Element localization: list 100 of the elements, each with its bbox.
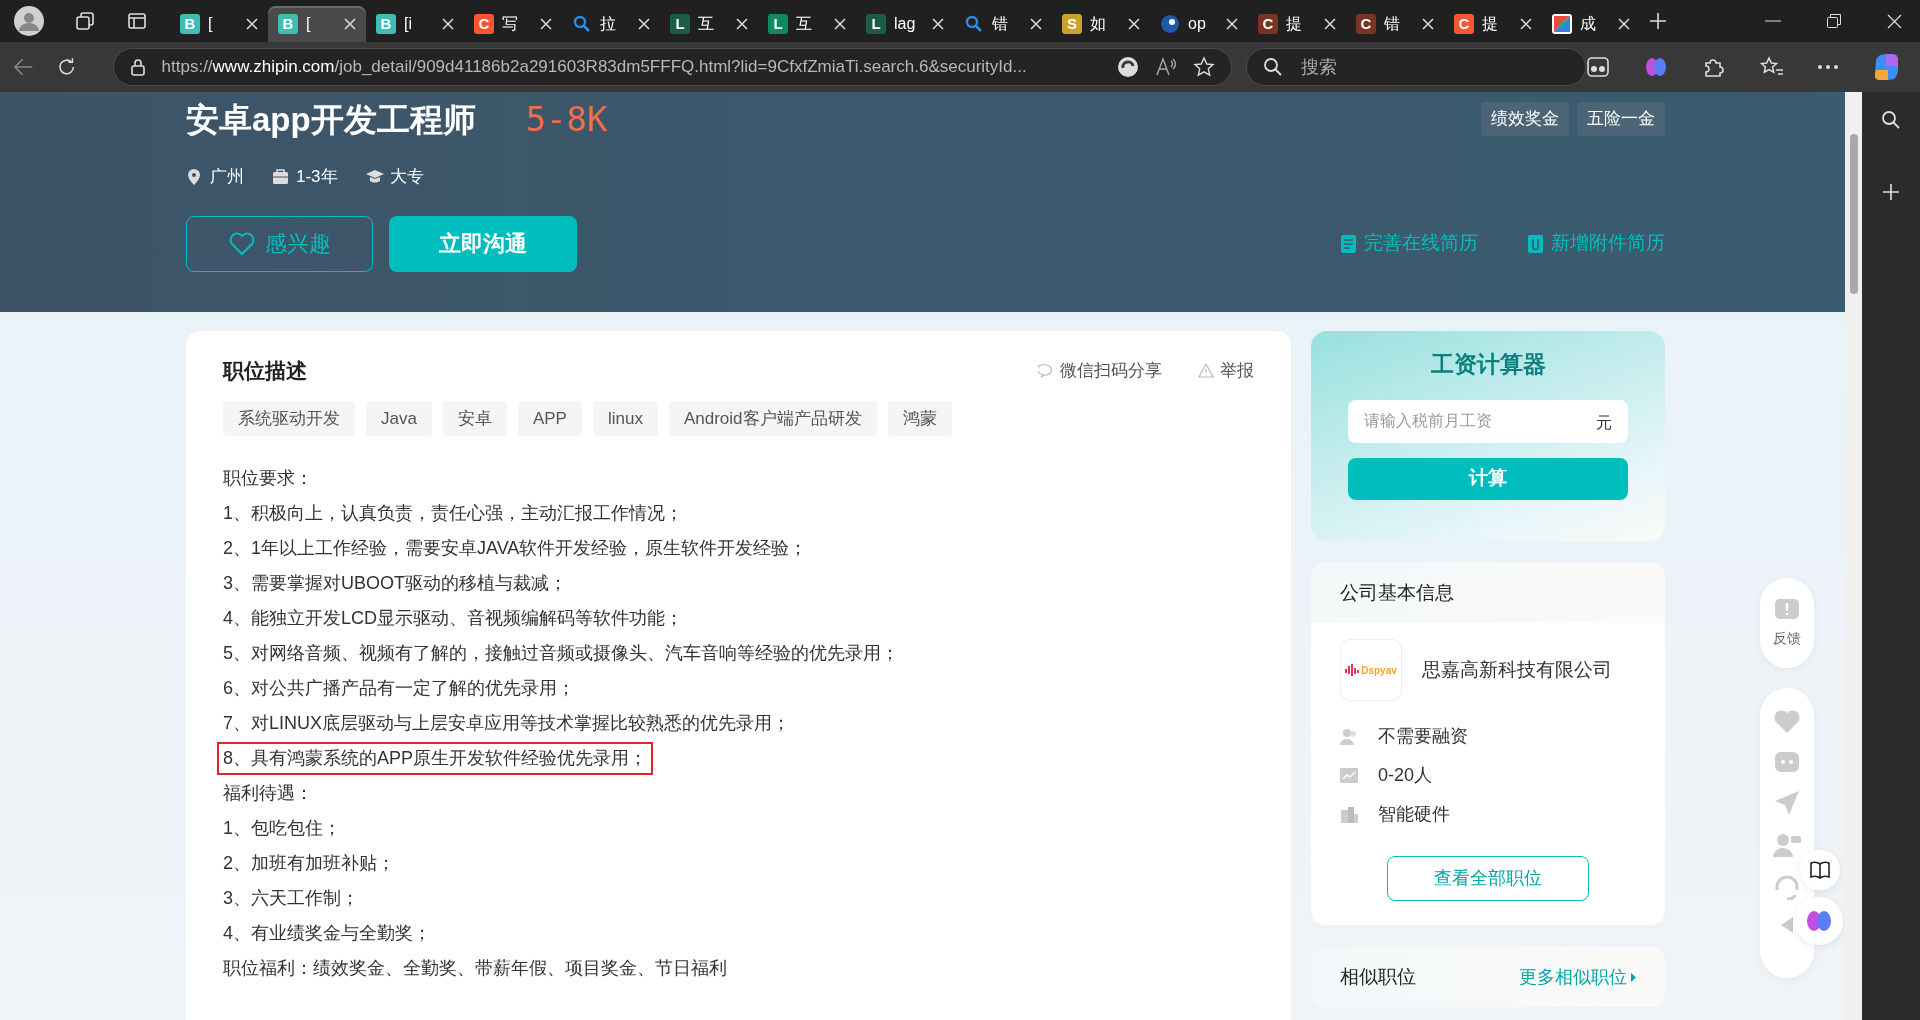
close-icon[interactable] [344,18,356,30]
browser-tab[interactable]: op [1150,6,1248,42]
close-icon[interactable] [540,18,552,30]
browser-tab[interactable]: C 提 [1444,6,1542,42]
browser-tab[interactable]: 拉 [562,6,660,42]
favorites-icon[interactable] [1760,56,1784,78]
close-icon[interactable] [834,18,846,30]
favicon: C [474,14,494,34]
close-icon[interactable] [1520,18,1532,30]
chart-icon [1340,767,1358,784]
close-icon[interactable] [1422,18,1434,30]
favicon: L [670,14,690,34]
close-icon[interactable] [1618,18,1630,30]
close-icon[interactable] [638,18,650,30]
browser-tab[interactable]: C 错 [1346,6,1444,42]
briefcase-icon [272,168,290,186]
close-icon[interactable] [932,18,944,30]
meta-text: 广州 [210,166,244,188]
close-icon[interactable] [442,18,454,30]
close-icon[interactable] [736,18,748,30]
description-line: 3、六天工作制； [223,887,359,910]
description-line: 4、有业绩奖金与全勤奖； [223,922,431,945]
close-icon[interactable] [1030,18,1042,30]
meta-text: 1-3年 [296,166,338,188]
add-icon[interactable] [1883,184,1899,200]
close-icon[interactable] [1324,18,1336,30]
caret-icon [1631,972,1636,982]
skill-tag: APP [517,400,582,436]
salary-range: 5-8K [525,97,608,141]
skill-tag: Java [366,400,432,436]
description-line: 1、包吃包住； [223,817,341,840]
search-field[interactable]: 搜索 [1246,48,1586,86]
lock-icon[interactable] [129,58,146,76]
browser-tab[interactable]: L 互 [758,6,856,42]
card-title: 工资计算器 [1430,350,1546,379]
browser-tab[interactable]: B [ [170,6,268,42]
favicon: C [1356,14,1376,34]
browser-tab[interactable]: 成 [1542,6,1640,42]
collections-icon[interactable] [74,10,96,32]
favicon: C [1258,14,1278,34]
share-link[interactable]: 微信扫码分享 [1038,358,1162,384]
card-title: 公司基本信息 [1340,580,1454,605]
scrollbar[interactable] [1845,92,1862,1020]
company-name[interactable]: 思嘉高新科技有限公司 [1422,655,1612,685]
browser-tab[interactable]: C 提 [1248,6,1346,42]
skill-tag: linux [592,400,658,436]
welfare-tag: 绩效奖金 [1481,102,1569,136]
browser-tab[interactable]: C 写 [464,6,562,42]
favicon: L [866,14,886,34]
close-icon[interactable] [1226,18,1238,30]
company-fact: 不需要融资 [1378,725,1468,748]
search-icon[interactable] [1881,110,1901,130]
browser-tab[interactable]: B [i [366,6,464,42]
brain-icon[interactable] [1644,55,1668,79]
search-icon [964,14,984,34]
browser-tab[interactable]: B [ [268,6,366,42]
skill-tag: 安卓 [442,400,507,436]
people-icon [1340,728,1358,745]
book-icon [1810,861,1830,879]
alert-icon [1774,597,1800,622]
attachment-icon [1528,234,1543,253]
meta-text: 大专 [389,166,424,188]
close-icon[interactable] [246,18,258,30]
description-line: 7、对LINUX底层驱动与上层安卓应用等技术掌握比较熟悉的优先录用； [223,712,791,735]
building-icon [1340,806,1358,823]
favicon: S [1062,14,1082,34]
read-aloud-icon[interactable] [1155,57,1177,77]
description-line: 2、1年以上工作经验，需要安卓JAVA软件开发经验，原生软件开发经验； [223,537,808,560]
report-link[interactable]: 举报 [1198,358,1254,384]
section-heading: 职位描述 [223,358,307,384]
star-icon[interactable] [1193,56,1215,78]
swirl-icon [1160,14,1180,34]
welfare-tag: 五险一金 [1577,102,1665,136]
browser-tab[interactable]: 错 [954,6,1052,42]
chat-bubble-icon [1038,362,1054,379]
description-line: 福利待遇： [223,782,313,805]
profile-icon[interactable] [14,6,44,36]
browser-tab[interactable]: L 互 [660,6,758,42]
description-line: 2、加班有加班补贴； [223,852,395,875]
back-icon[interactable] [14,58,34,76]
favicon: B [278,14,298,34]
browser-tab[interactable]: S 如 [1052,6,1150,42]
close-icon[interactable] [1887,13,1902,29]
url-text: https://www.zhipin.com/job_detail/909d41186b2a291603R83dm5FFFQ.html?lid=9CfxfZmiaTi.search.6&securityId... [161,56,1028,79]
company-logo: Dspyav [1340,639,1402,701]
favicon: B [180,14,200,34]
book-button[interactable] [1800,850,1840,890]
description-line: 3、需要掌握对UBOOT驱动的移植与裁减； [223,572,567,595]
tab-actions-icon[interactable] [126,10,148,32]
ai-assistant-button[interactable] [1795,897,1843,945]
extension-icon[interactable] [1586,55,1610,79]
restore-icon[interactable] [1827,14,1841,28]
feedback-button[interactable]: 反馈 [1760,578,1814,668]
new-tab-icon[interactable] [1648,11,1668,31]
address-bar[interactable]: https://www.zhipin.com/job_detail/909d41186b2a291603R83dm5FFFQ.html?lid=9CfxfZmiaTi.search.6&securityId... [112,48,1232,86]
browser-tab[interactable]: L lag [856,6,954,42]
company-fact: 智能硬件 [1378,803,1450,826]
description-line: 4、能独立开发LCD显示驱动、音视频编解码等软件功能； [223,607,684,630]
close-icon[interactable] [1128,18,1140,30]
more-icon[interactable] [1818,65,1838,69]
